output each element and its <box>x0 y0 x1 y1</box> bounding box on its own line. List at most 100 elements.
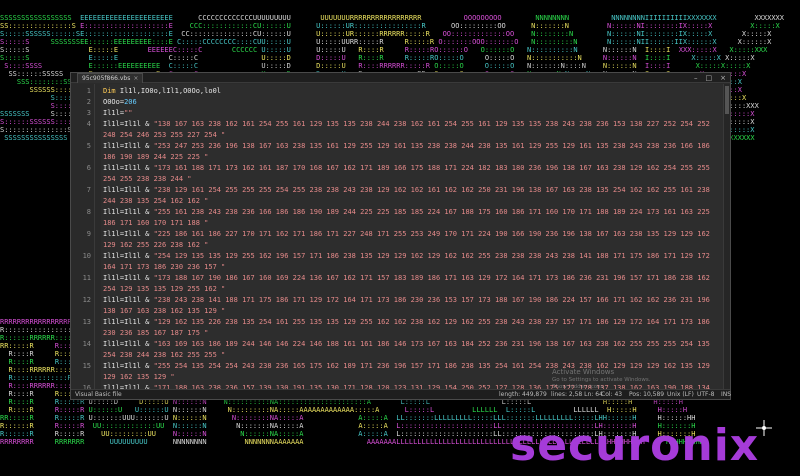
ascii-art-segment: I::::I <box>645 54 671 62</box>
ascii-art-segment <box>257 46 261 54</box>
ascii-art-segment <box>388 414 396 422</box>
ascii-art-segment <box>173 22 190 30</box>
ascii-art-segment: R::::::::::::::::R <box>0 326 76 334</box>
ascii-art-segment: C:::::CCCCCCCC::::CUU:::::U <box>177 38 291 46</box>
ascii-art-segment: O::::::O <box>480 46 515 54</box>
ascii-art-segment: N:::::::::NA:::::AAAAAAAAAAAAA:::::A <box>227 406 380 414</box>
ascii-art-segment: N:::::::::::N <box>526 54 582 62</box>
tab-title: 95c905f866.vbs <box>82 75 131 82</box>
line-text: Il1l=Il1l & "253 247 253 236 196 138 167… <box>103 142 710 161</box>
line-text: Il1l=Il1l & "238 243 238 141 188 171 175… <box>103 296 710 315</box>
vertical-scrollbar[interactable] <box>723 84 730 391</box>
window-controls: – □ × <box>694 73 726 83</box>
ascii-art-segment <box>34 422 55 430</box>
ascii-art-segment: R:::::R <box>54 422 85 430</box>
ascii-art-segment <box>379 406 404 414</box>
ascii-art-segment <box>0 86 30 94</box>
ascii-art-segment <box>207 414 232 422</box>
line-number: 2 <box>86 98 91 106</box>
ascii-art-segment <box>578 46 603 54</box>
ascii-art-segment: N::::::NI::::::::IX:::::X <box>606 30 713 38</box>
ascii-art-segment <box>670 62 695 70</box>
ascii-art-segment <box>76 22 80 30</box>
line-number: 3 <box>86 109 91 117</box>
ascii-art-segment <box>304 422 359 430</box>
ascii-art-segment: CCC::::::::::::CU::::::U <box>189 22 291 30</box>
ascii-art-segment <box>169 406 173 414</box>
line-number: 1 <box>86 87 91 95</box>
line-number: 5 <box>86 142 91 150</box>
ascii-art-segment <box>198 54 261 62</box>
ascii-art-segment <box>721 54 725 62</box>
ascii-art-line: S:::::S SSSSSSSEE::::::EEEEEEEEE::::E C:… <box>0 38 771 46</box>
status-col: Col: 43 <box>601 391 623 398</box>
ascii-art-segment: R::::R <box>358 54 384 62</box>
ascii-art-segment <box>304 414 359 422</box>
ascii-art-segment <box>514 54 527 62</box>
logo-text: securonix <box>510 420 759 471</box>
minimize-icon[interactable]: – <box>694 74 698 82</box>
ascii-art-segment: A:::::A <box>358 414 388 422</box>
ascii-art-segment <box>84 430 101 438</box>
ascii-art-segment: C:::::C <box>168 54 199 62</box>
ascii-art-segment: UUUUUUURRRRRRRRRRRRRRRRR <box>320 14 422 22</box>
ascii-art-segment: I::::I <box>645 46 671 54</box>
ascii-art-segment: OO:::::::::::::OO <box>442 30 515 38</box>
ascii-art-segment <box>118 46 148 54</box>
ascii-art-segment <box>34 342 55 350</box>
line-text: Il1l=Il1l & "173 188 167 190 186 167 160… <box>103 274 710 293</box>
ascii-art-line: S:::::S E:::::E C:::::C U:::::D D:::::U … <box>0 54 755 62</box>
ascii-art-segment <box>84 438 109 446</box>
ascii-art-segment: NNNNNNNN <box>172 438 207 446</box>
ascii-art-segment <box>291 22 316 30</box>
ascii-art-segment: CCCCCCCCCCCCCUUUUUUUUU <box>198 14 291 22</box>
ascii-art-segment <box>346 54 359 62</box>
scrollbar-thumb[interactable] <box>725 86 729 114</box>
ascii-art-segment <box>577 38 607 46</box>
line-text: Il1l=Il1l & "225 186 161 186 227 170 171… <box>103 230 710 249</box>
ascii-art-segment: SS::::::SSSSS <box>8 70 64 78</box>
ascii-art-segment: CCCCCC <box>231 46 258 54</box>
code-area[interactable]: 1 Dim Il1l,IO0o,lIl1,O0Oo,lo0l 2 O0Oo=206 3 I… <box>71 84 730 391</box>
ascii-art-segment: U:::::::UUU:::::::U <box>88 414 169 422</box>
ascii-art-segment: N:::::::::N <box>531 38 578 46</box>
ascii-art-segment <box>569 14 611 22</box>
ascii-art-segment: C:::::C <box>168 62 199 70</box>
ascii-art-segment: SSSSSSSSSSSSSSSSS <box>0 14 72 22</box>
ascii-art-segment: S:::::SSSSSS::::::SE::::::::::::::::::::… <box>0 30 173 38</box>
ascii-art-segment: CC:::::::::::::::CU::::::U <box>181 30 291 38</box>
line-text: Il1l=Il1l & "129 162 135 226 238 135 254… <box>103 318 710 337</box>
ascii-art-segment: R:::::::::::::RR <box>8 374 76 382</box>
maximize-icon[interactable]: □ <box>706 74 713 82</box>
ascii-art-segment <box>0 134 4 142</box>
close-icon[interactable]: × <box>720 74 726 82</box>
ascii-art-segment <box>34 438 55 446</box>
tab-close-icon[interactable]: × <box>133 74 138 83</box>
ascii-art-segment: N::::::NA:::::A <box>240 430 304 438</box>
ascii-art-segment: RR:::::R <box>0 414 34 422</box>
ascii-art-segment: E:::::E <box>88 46 119 54</box>
ascii-art-segment: XXX:::::X <box>678 46 717 54</box>
status-length: length: 449,879 <box>499 391 547 398</box>
activate-subtitle: Go to Settings to activate Windows. <box>552 377 651 383</box>
ascii-art-segment: S:::::S <box>0 54 30 62</box>
ascii-art-segment <box>502 14 536 22</box>
ascii-art-segment <box>291 14 321 22</box>
ascii-art-segment: X:::::X <box>750 22 780 30</box>
ascii-art-segment: SSSSSSS <box>0 110 30 118</box>
ascii-art-segment: U:::::U <box>261 46 291 54</box>
ascii-art-segment <box>34 414 55 422</box>
ascii-art-segment: X:::::XXX <box>729 46 768 54</box>
ascii-art-segment <box>468 46 481 54</box>
ascii-art-segment: UU:::::::::::::UU <box>92 422 165 430</box>
tab-file[interactable]: 95c905f866.vbs × <box>77 73 144 83</box>
ascii-art-line: SS:::::::::::::::S E::::::::::::::::::::… <box>0 22 780 30</box>
line-text: Dim Il1l,IO0o,lIl1,O0Oo,lo0l <box>103 87 222 95</box>
ascii-art-segment: R:::::R <box>404 38 435 46</box>
status-eol: Unix (LF) <box>667 391 694 398</box>
ascii-art-segment: R::::::R <box>0 422 34 430</box>
ascii-art-segment <box>514 46 527 54</box>
ascii-art-segment: E::::::EEEEEEEEEE <box>88 62 161 70</box>
securonix-logo: securonix <box>510 420 772 471</box>
ascii-art-segment <box>34 350 55 358</box>
